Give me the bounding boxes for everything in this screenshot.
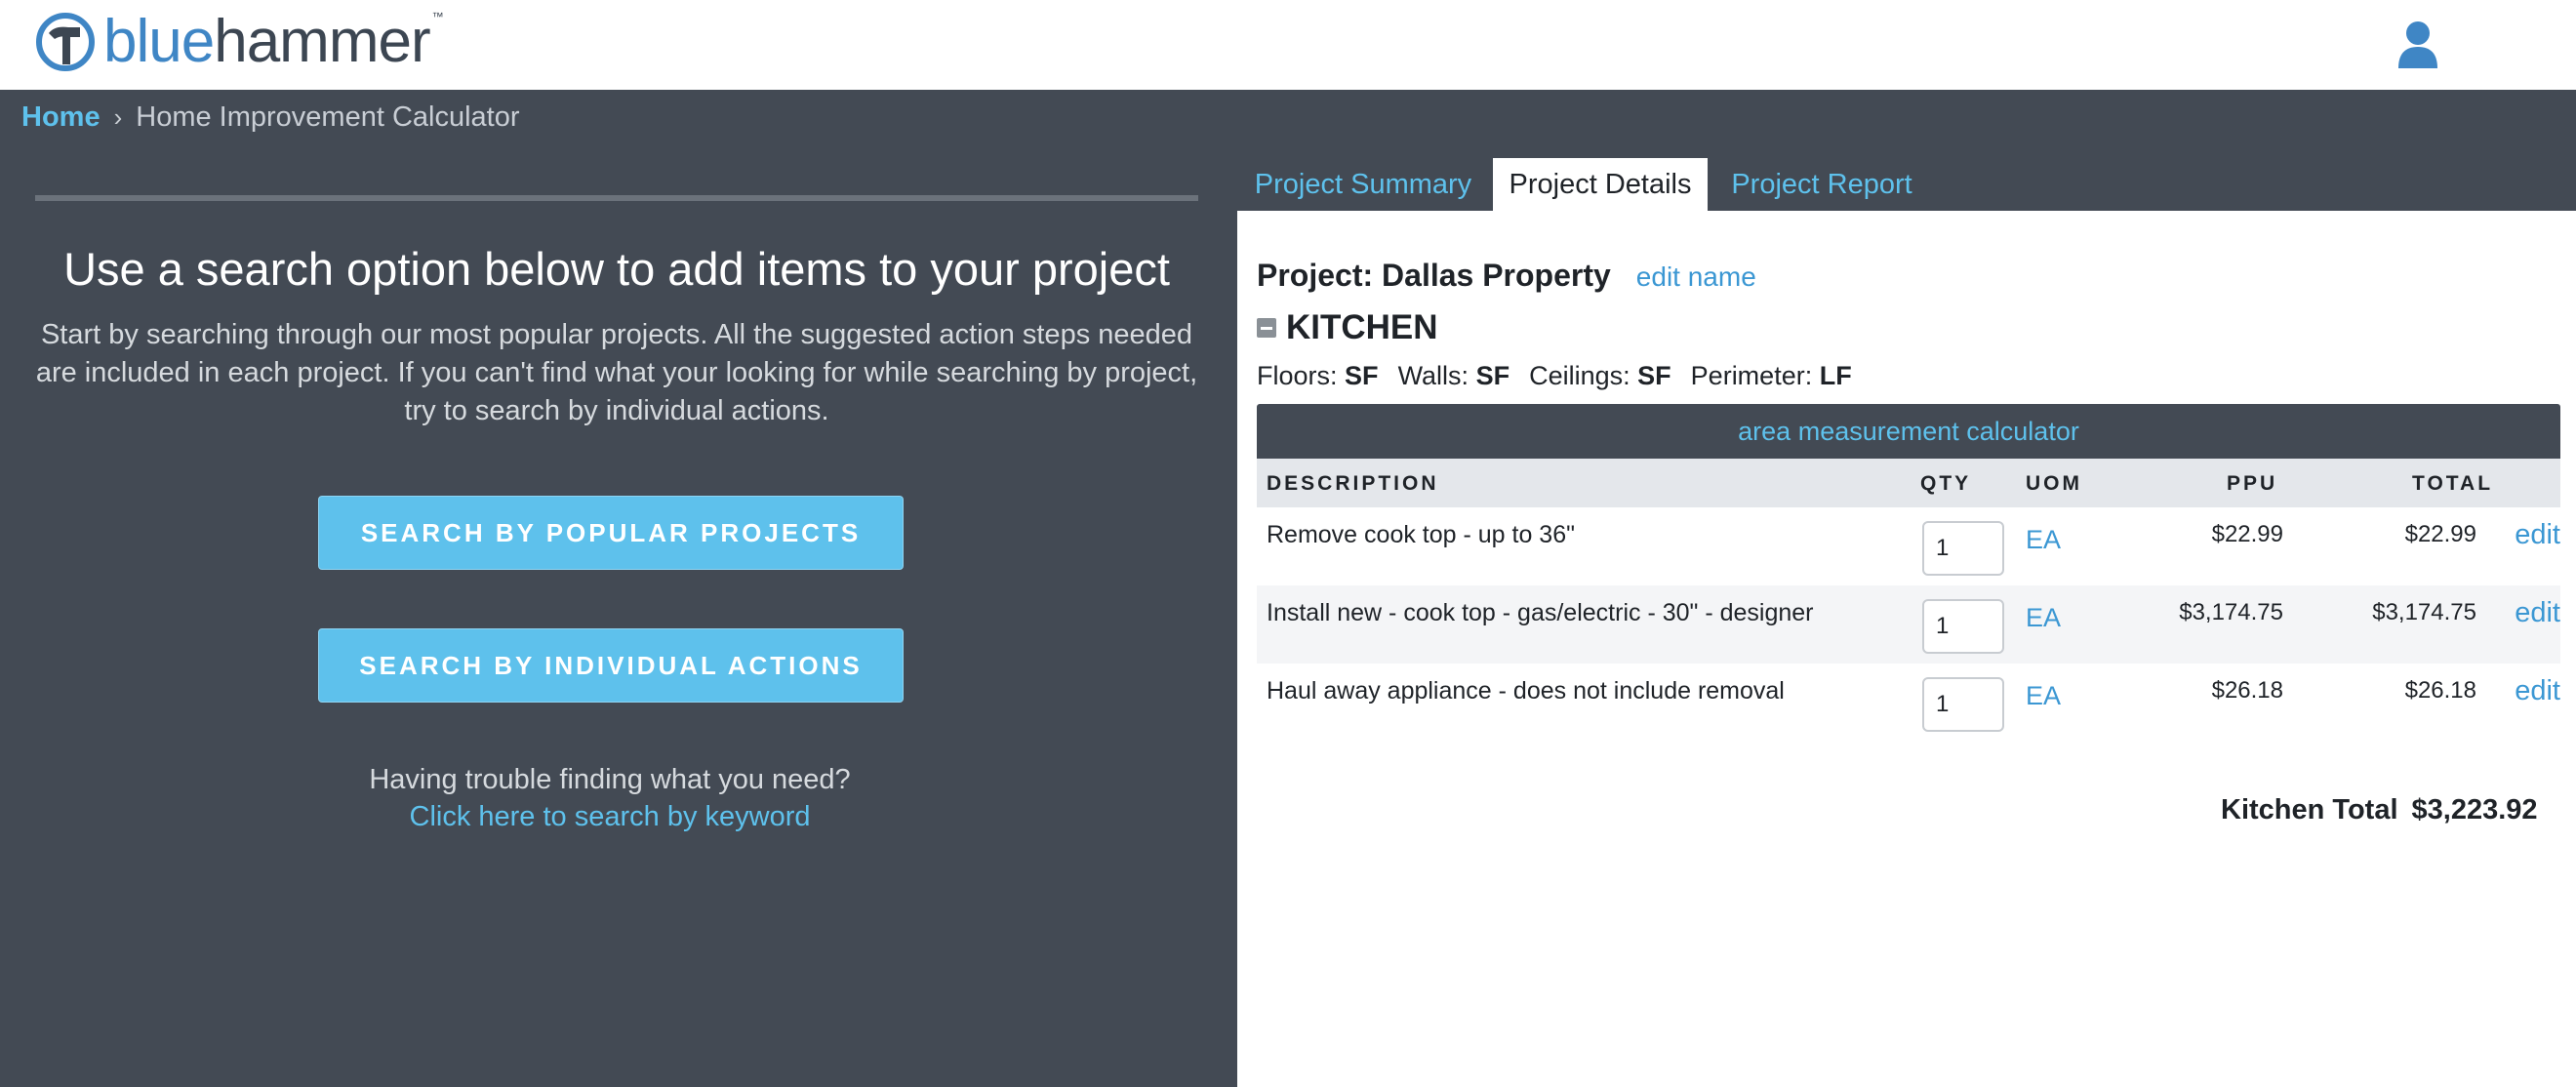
column-uom: UOM: [2026, 472, 2082, 495]
column-description: DESCRIPTION: [1267, 472, 1439, 495]
uom-link[interactable]: EA: [2026, 525, 2061, 555]
chevron-right-icon: ›: [113, 102, 123, 132]
ceilings-measure: Ceilings: SF: [1529, 361, 1671, 391]
left-panel-divider: [35, 195, 1198, 201]
floors-unit: SF: [1345, 361, 1379, 390]
kitchen-total-value: $3,223.92: [2411, 794, 2538, 825]
room-title: KITCHEN: [1286, 308, 1438, 346]
top-header: bluehammer ™: [0, 0, 2576, 90]
floors-measure: Floors: SF: [1257, 361, 1379, 391]
user-account-icon[interactable]: [2396, 20, 2439, 70]
uom-link[interactable]: EA: [2026, 681, 2061, 711]
perimeter-unit: LF: [1819, 361, 1852, 390]
project-name-line: Project: Dallas Property edit name: [1257, 258, 1756, 294]
tab-project-report[interactable]: Project Report: [1719, 158, 1924, 211]
logo-wordmark: bluehammer: [103, 12, 431, 72]
breadcrumb-home-link[interactable]: Home: [21, 101, 101, 134]
item-description: Haul away appliance - does not include r…: [1267, 677, 1785, 705]
room-measurements: Floors: SF Walls: SF Ceilings: SF Perime…: [1257, 361, 1872, 391]
breadcrumb-current: Home Improvement Calculator: [136, 101, 520, 133]
bluehammer-logo[interactable]: bluehammer ™: [35, 10, 444, 74]
item-description: Install new - cook top - gas/electric - …: [1267, 599, 1814, 626]
tab-project-summary[interactable]: Project Summary: [1241, 158, 1485, 211]
kitchen-total: Kitchen Total $3,223.92: [2221, 794, 2538, 826]
uom-link[interactable]: EA: [2026, 603, 2061, 633]
breadcrumb: Home › Home Improvement Calculator: [21, 101, 520, 134]
room-header: KITCHEN: [1257, 308, 1438, 347]
item-description: Remove cook top - up to 36": [1267, 521, 1575, 548]
item-total: $22.99: [2404, 521, 2476, 547]
logo-trademark: ™: [431, 10, 444, 23]
column-total: TOTAL: [2412, 472, 2494, 495]
item-ppu: $3,174.75: [2179, 599, 2283, 625]
column-ppu: PPU: [2227, 472, 2278, 495]
qty-input[interactable]: [1922, 677, 2004, 732]
qty-input[interactable]: [1922, 599, 2004, 654]
search-options-description: Start by searching through our most popu…: [35, 319, 1198, 426]
search-by-keyword-link[interactable]: Click here to search by keyword: [35, 798, 1185, 835]
edit-item-link[interactable]: edit: [2515, 675, 2560, 707]
item-total: $26.18: [2404, 677, 2476, 704]
floors-label: Floors:: [1257, 361, 1338, 390]
walls-label: Walls:: [1397, 361, 1469, 390]
item-total: $3,174.75: [2372, 599, 2476, 625]
perimeter-label: Perimeter:: [1690, 361, 1813, 390]
table-row: Haul away appliance - does not include r…: [1257, 664, 2560, 742]
column-qty: QTY: [1920, 472, 1972, 495]
ceilings-label: Ceilings:: [1529, 361, 1630, 390]
item-ppu: $26.18: [2211, 677, 2283, 704]
hammer-logo-icon: [36, 13, 95, 71]
area-measurement-calculator-link[interactable]: area measurement calculator: [1257, 404, 2560, 459]
edit-item-link[interactable]: edit: [2515, 519, 2560, 551]
perimeter-measure: Perimeter: LF: [1691, 361, 1852, 391]
ceilings-unit: SF: [1637, 361, 1671, 390]
qty-input[interactable]: [1922, 521, 2004, 576]
edit-name-link[interactable]: edit name: [1636, 262, 1756, 293]
search-individual-actions-button[interactable]: SEARCH BY INDIVIDUAL ACTIONS: [318, 628, 904, 703]
project-details-panel: Project: Dallas Property edit name KITCH…: [1237, 211, 2576, 1087]
tab-project-details[interactable]: Project Details: [1493, 158, 1708, 211]
help-text: Having trouble finding what you need?: [369, 764, 851, 795]
logo-part-hammer: hammer: [214, 8, 430, 75]
help-section: Having trouble finding what you need? Cl…: [35, 761, 1185, 835]
kitchen-total-label: Kitchen Total: [2221, 794, 2398, 825]
item-ppu: $22.99: [2211, 521, 2283, 547]
walls-measure: Walls: SF: [1398, 361, 1510, 391]
search-popular-projects-button[interactable]: SEARCH BY POPULAR PROJECTS: [318, 496, 904, 570]
search-options-title: Use a search option below to add items t…: [63, 243, 1170, 295]
edit-item-link[interactable]: edit: [2515, 597, 2560, 629]
project-name: Project: Dallas Property: [1257, 258, 1611, 293]
logo-part-blue: blue: [103, 8, 215, 75]
items-table-header: DESCRIPTION QTY UOM PPU TOTAL: [1257, 459, 2560, 507]
table-row: Remove cook top - up to 36" EA $22.99 $2…: [1257, 507, 2560, 585]
walls-unit: SF: [1475, 361, 1510, 390]
table-row: Install new - cook top - gas/electric - …: [1257, 585, 2560, 664]
collapse-icon[interactable]: [1257, 318, 1276, 338]
